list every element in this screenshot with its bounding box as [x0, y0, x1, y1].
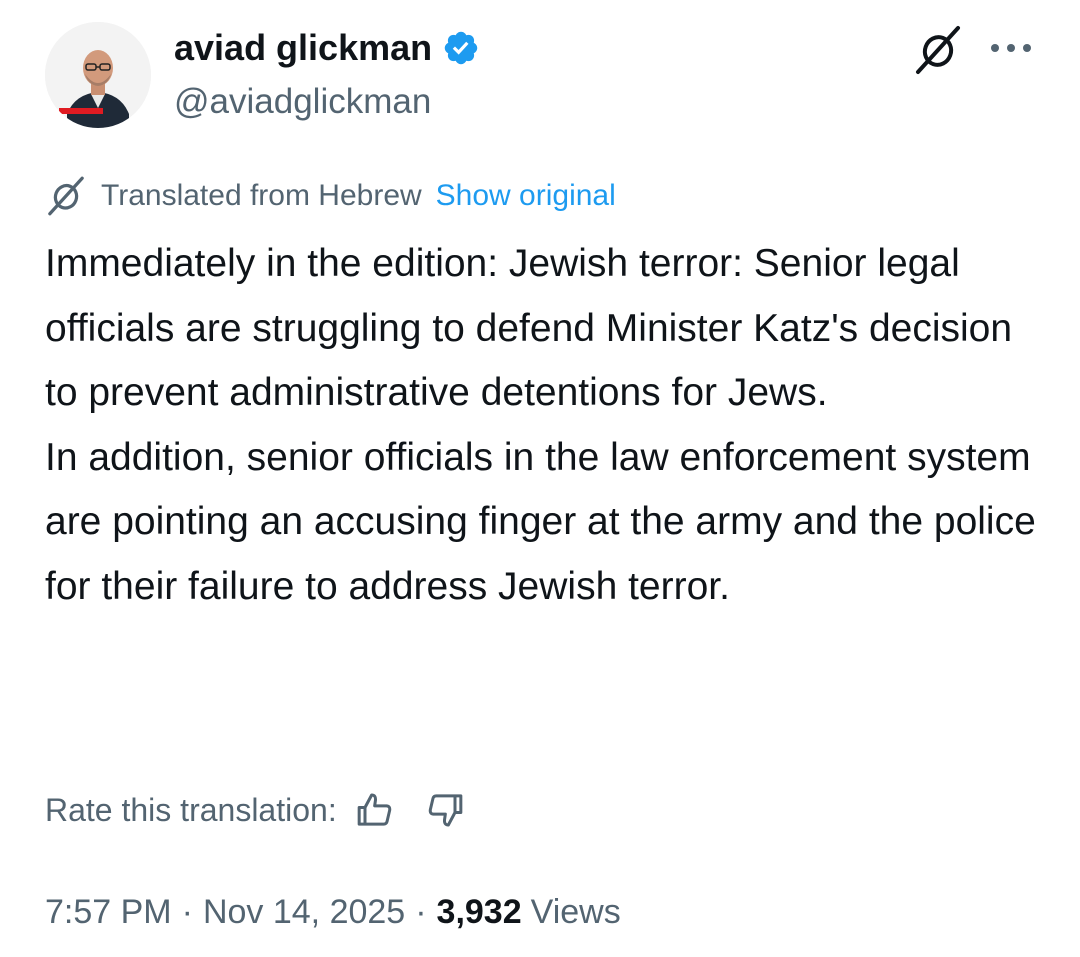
show-original-link[interactable]: Show original [436, 179, 616, 213]
tweet-paragraph: In addition, senior officials in the law… [45, 435, 1036, 608]
tweet-meta: 7:57 PM · Nov 14, 2025 · 3,932 Views [45, 888, 621, 936]
views-count[interactable]: 3,932 [437, 893, 522, 932]
tweet-time[interactable]: 7:57 PM [45, 893, 172, 932]
rate-translation: Rate this translation: [45, 784, 465, 836]
translation-notice: Translated from Hebrew Show original [45, 174, 616, 218]
meta-separator: · [415, 892, 427, 931]
thumbs-down-icon[interactable] [425, 790, 465, 830]
tweet-text: Immediately in the edition: Jewish terro… [45, 232, 1055, 620]
tweet-date[interactable]: Nov 14, 2025 [203, 893, 405, 932]
grok-button[interactable] [912, 24, 964, 76]
profile-photo [45, 22, 151, 128]
views-label: Views [530, 892, 621, 931]
grok-icon [48, 176, 84, 216]
more-options-button[interactable] [988, 36, 1034, 60]
more-options-icon [991, 44, 1031, 52]
handle[interactable]: @aviadglickman [174, 80, 431, 124]
verified-badge-icon [444, 31, 478, 65]
avatar[interactable] [45, 22, 151, 128]
meta-separator: · [181, 892, 193, 931]
display-name-text: aviad glickman [174, 27, 433, 68]
thumbs-up-icon[interactable] [355, 790, 395, 830]
rate-translation-label: Rate this translation: [45, 791, 337, 828]
tweet-paragraph: Immediately in the edition: Jewish terro… [45, 242, 1013, 415]
display-name[interactable]: aviad glickman [174, 26, 480, 70]
grok-icon [916, 26, 960, 74]
translated-from-label: Translated from Hebrew [101, 179, 422, 212]
